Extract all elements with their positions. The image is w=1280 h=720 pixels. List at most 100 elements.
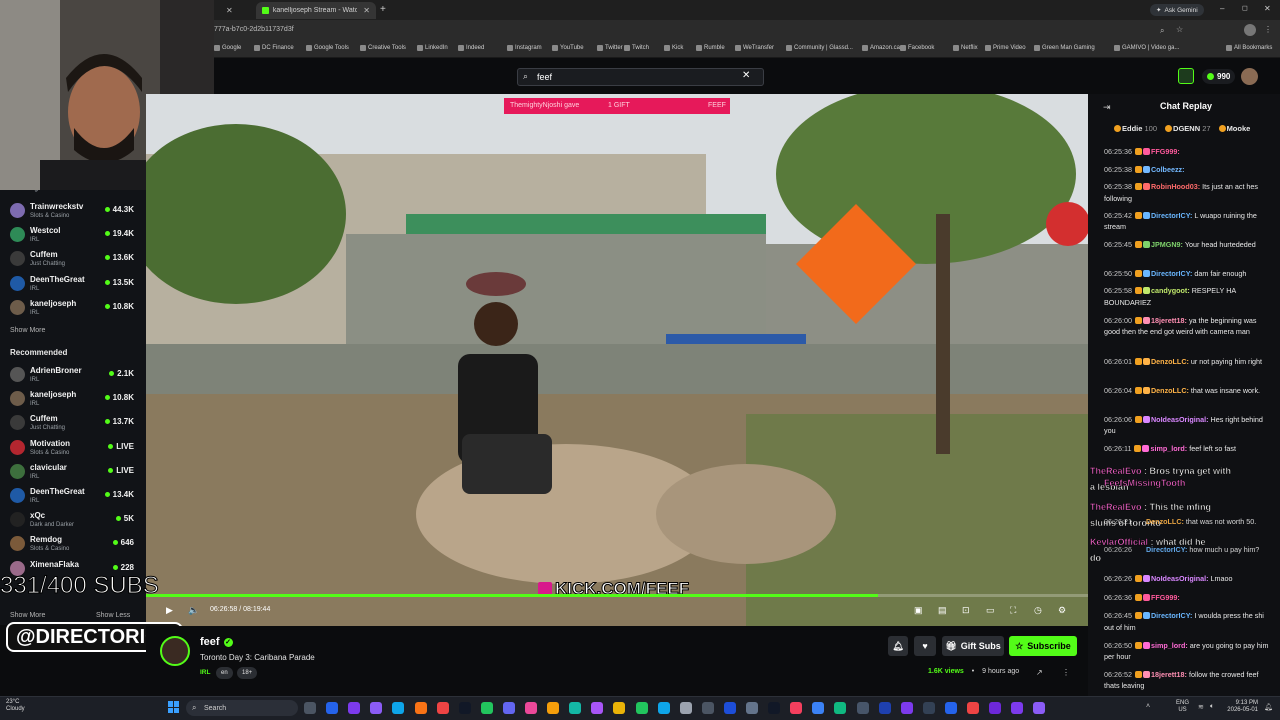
drops-icon[interactable] [1178, 68, 1194, 84]
subscribe-button[interactable]: ☆ Subscribe [1009, 636, 1077, 656]
clip-icon[interactable]: ▣ [914, 605, 923, 616]
more-options-icon[interactable]: ⋮ [1062, 668, 1070, 677]
taskbar-app-icon[interactable] [547, 702, 560, 714]
video-player[interactable] [146, 94, 1088, 626]
tag-language[interactable]: en [216, 667, 233, 679]
sidebar-channel-item[interactable]: Trainwreckstv Slots & Casino 44.3K [10, 200, 134, 224]
chat-username[interactable]: NoIdeasOriginal: [1151, 415, 1209, 424]
speaker-icon[interactable]: 🔈︎ [1210, 703, 1214, 711]
language-indicator[interactable]: ENG US [1176, 700, 1189, 714]
sidebar-channel-item[interactable]: xQc Dark and Darker 5K [10, 509, 134, 533]
close-icon[interactable]: ✕ [226, 6, 233, 15]
tray-chevron-icon[interactable]: ˄ [1146, 703, 1150, 710]
close-window-icon[interactable]: ✕ [1264, 4, 1271, 13]
taskbar-app-icon[interactable] [525, 702, 537, 714]
share-icon[interactable]: ↗ [1036, 668, 1043, 677]
taskbar-app-icon[interactable] [812, 702, 825, 714]
taskbar-app-icon[interactable] [370, 702, 383, 714]
chat-username[interactable]: simp_lord: [1150, 444, 1187, 453]
chat-username[interactable]: NoIdeasOriginal: [1151, 574, 1209, 583]
taskbar-app-icon[interactable] [1011, 702, 1024, 714]
show-more-recommended[interactable]: Show More [10, 612, 45, 619]
taskbar-app-icon[interactable] [436, 702, 449, 714]
bookmark-item[interactable]: Green Man Gaming [1034, 45, 1095, 51]
taskbar-app-icon[interactable] [790, 702, 803, 714]
url-field[interactable]: 777a-b7c0-2d2b11737d3f [214, 26, 294, 33]
taskbar-app-icon[interactable] [944, 702, 957, 714]
chat-username[interactable]: JPMGN9: [1151, 240, 1183, 249]
fullscreen-icon[interactable]: ⛶ [1010, 605, 1016, 616]
start-windows-icon[interactable] [168, 701, 180, 713]
zoom-icon[interactable]: ⌕ [1160, 26, 1164, 36]
menu-kebab-icon[interactable]: ⋮ [1264, 25, 1272, 34]
captions-icon[interactable]: ⊡ [962, 605, 970, 616]
sidebar-channel-item[interactable]: kaneljoseph IRL 10.8K [10, 388, 134, 412]
sidebar-channel-item[interactable]: Westcol IRL 19.4K [10, 224, 134, 248]
maximize-icon[interactable]: ◻ [1242, 4, 1248, 12]
chat-username[interactable]: FFG999: [1151, 147, 1180, 156]
sidebar-channel-item[interactable]: DeenTheGreat IRL 13.4K [10, 485, 134, 509]
bookmark-item[interactable]: Indeed [458, 45, 484, 51]
bookmark-item[interactable]: YouTube [552, 45, 584, 51]
bookmark-item[interactable]: Community | Glassd... [786, 45, 853, 51]
gift-subs-button[interactable]: 🎁︎ Gift Subs [942, 636, 1004, 656]
tag-mature[interactable]: 18+ [237, 667, 258, 679]
bookmark-item[interactable]: Instagram [507, 45, 542, 51]
bookmark-star-icon[interactable]: ☆ [1176, 25, 1183, 34]
taskbar-app-icon[interactable] [679, 702, 692, 714]
taskbar-app-icon[interactable] [723, 702, 736, 714]
bookmark-item[interactable]: Kick [664, 45, 683, 51]
all-bookmarks[interactable]: All Bookmarks [1226, 45, 1272, 51]
bookmark-item[interactable]: Google Tools [306, 45, 349, 51]
bookmark-item[interactable]: DC Finance [254, 45, 294, 51]
taskbar-app-icon[interactable] [326, 702, 339, 714]
volume-icon[interactable]: 🔈 [188, 605, 199, 616]
settings-gear-icon[interactable]: ⚙ [1058, 605, 1066, 616]
bookmark-item[interactable]: Creative Tools [360, 45, 406, 51]
profile-avatar[interactable] [1244, 24, 1256, 36]
tag-category[interactable]: IRL [200, 669, 210, 676]
chat-username[interactable]: DirectorICY: [1151, 611, 1192, 620]
chat-username[interactable]: RobinHood03: [1151, 182, 1200, 191]
sidebar-channel-item[interactable]: Cuffem Just Chatting 13.7K [10, 412, 134, 436]
taskbar-app-icon[interactable] [834, 702, 847, 714]
bookmark-item[interactable]: Twitter [597, 45, 623, 51]
taskbar-app-icon[interactable] [613, 702, 626, 714]
close-icon[interactable]: ✕ [363, 6, 370, 15]
clear-search-icon[interactable]: ✕ [742, 70, 750, 81]
browser-tab-previous[interactable]: ✕ [214, 2, 254, 19]
taskbar-app-icon[interactable] [657, 702, 670, 714]
sidebar-channel-item[interactable]: clavicular IRL LIVE [10, 461, 134, 485]
bookmark-item[interactable]: Twitch [624, 45, 649, 51]
ask-gemini-button[interactable]: ✦ Ask Gemini [1150, 4, 1204, 16]
show-more-following[interactable]: Show More [10, 327, 45, 334]
chat-username[interactable]: DirectorICY: [1146, 545, 1187, 554]
channel-avatar[interactable] [160, 636, 190, 666]
sidebar-channel-item[interactable]: kaneljoseph IRL 10.8K [10, 297, 134, 321]
bookmark-item[interactable]: LinkedIn [417, 45, 448, 51]
user-avatar[interactable] [1241, 68, 1258, 85]
sidebar-channel-item[interactable]: AdrienBroner IRL 2.1K [10, 364, 134, 388]
pip-icon[interactable]: ▤ [938, 605, 947, 616]
chat-username[interactable]: 18jerett18: [1151, 316, 1187, 325]
taskbar-app-icon[interactable] [392, 702, 405, 714]
clock[interactable]: 9:13 PM 2026-05-01 [1222, 700, 1258, 714]
bookmark-item[interactable]: WeTransfer [735, 45, 774, 51]
taskbar-app-icon[interactable] [414, 702, 427, 714]
chat-username[interactable]: DenzoLLC: [1151, 386, 1189, 395]
taskbar-app-icon[interactable] [635, 702, 648, 714]
collapse-chat-icon[interactable]: ⇥ [1103, 102, 1111, 113]
chat-username[interactable]: DirectorICY: [1151, 211, 1192, 220]
new-tab-icon[interactable]: + [380, 4, 386, 15]
chat-username[interactable]: candygoot: [1151, 286, 1190, 295]
taskbar-search[interactable]: ⌕ Search [186, 700, 298, 716]
browser-tab-active[interactable]: kanelljoseph Stream - Watch Li ✕ [256, 2, 376, 19]
points-badge[interactable]: 990 [1202, 69, 1236, 84]
taskbar-app-icon[interactable] [989, 702, 1002, 714]
sidebar-channel-item[interactable]: Motivation Slots & Casino LIVE [10, 437, 134, 461]
taskbar-app-icon[interactable] [458, 702, 471, 714]
taskbar-app-icon[interactable] [878, 702, 891, 714]
chat-username[interactable]: FFG999: [1151, 593, 1180, 602]
show-less-recommended[interactable]: Show Less [96, 612, 130, 619]
taskbar-app-icon[interactable] [967, 702, 979, 714]
